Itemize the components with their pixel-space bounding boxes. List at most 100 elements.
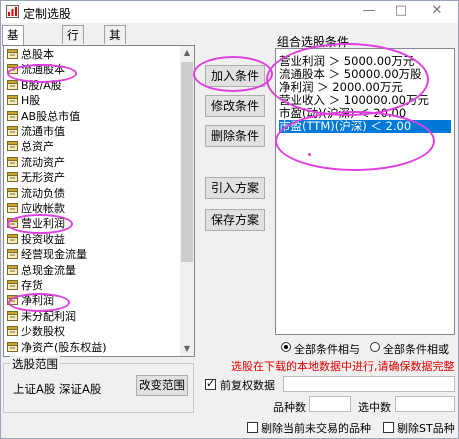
field-list-item[interactable]: 总现金流量 <box>7 263 76 279</box>
field-list-item[interactable]: 流动负债 <box>7 186 65 202</box>
progress-field <box>283 376 455 392</box>
adjusted-data-checkbox[interactable] <box>205 377 216 390</box>
field-list-item-label: 净利润 <box>21 294 54 308</box>
exclude-untraded-checkbox[interactable] <box>247 422 258 433</box>
count-label: 品种数 <box>273 401 306 414</box>
database-field-icon <box>7 280 18 290</box>
selected-count-field <box>395 396 455 412</box>
field-list-item[interactable]: 净利润 <box>7 293 54 309</box>
logic-or-label: 全部条件相或 <box>383 343 449 356</box>
field-list-item[interactable]: 应收帐款 <box>7 201 65 217</box>
exclude-st-label: 剔除ST品种 <box>397 422 455 435</box>
database-field-icon <box>7 310 18 321</box>
condition-item[interactable]: 市盈(TTM)(沪深) ＜ 2.00 <box>279 120 451 133</box>
scroll-thumb[interactable] <box>181 62 193 262</box>
adjusted-data-label: 前复权数据 <box>220 379 275 392</box>
field-list-item[interactable]: 未分配利润 <box>7 309 76 325</box>
field-list-item-label: 经营现金流量 <box>21 248 87 262</box>
database-field-icon <box>7 218 18 229</box>
field-list-item[interactable]: 流通市值 <box>7 124 65 140</box>
field-list-item-label: 总股本 <box>21 48 54 61</box>
field-list-item-label: 投资收益 <box>21 232 65 246</box>
logic-and-label: 全部条件相与 <box>294 343 360 356</box>
database-field-icon <box>7 79 18 90</box>
selected-count-label: 选中数 <box>358 401 391 414</box>
maximize-button[interactable]: □ <box>392 3 410 19</box>
field-list-item[interactable]: 流通股本 <box>7 62 65 78</box>
logic-or-radio[interactable] <box>370 342 380 352</box>
data-warning-text: 选股在下载的本地数据中进行,请确保数据完整 <box>231 360 455 373</box>
field-list-item-label: 净资产(股东权益) <box>21 340 107 354</box>
field-list-item-label: 未分配利润 <box>21 309 76 323</box>
database-field-icon <box>7 141 18 152</box>
field-list-item[interactable]: 无形资产 <box>7 170 65 186</box>
database-field-icon <box>7 172 18 183</box>
database-field-icon <box>7 156 18 167</box>
database-field-icon <box>7 126 18 136</box>
database-field-icon <box>7 110 18 121</box>
field-list-item-label: 流动负债 <box>21 186 65 200</box>
window-title: 定制选股 <box>23 7 72 21</box>
database-field-icon <box>7 64 18 75</box>
field-list-item-label: 总资产 <box>21 140 54 154</box>
database-field-icon <box>7 187 18 198</box>
database-field-icon <box>7 341 18 352</box>
database-field-icon <box>7 249 18 260</box>
scope-legend: 选股范围 <box>10 356 60 372</box>
field-list-item-label: 应收帐款 <box>21 202 65 215</box>
exclude-untraded-label: 剔除当前未交易的品种 <box>261 422 371 435</box>
custom-stock-selection-window: 定制选股 — □ ✕ 基本资料 行情 其它条件 总股本流通股本B股/A股 H股AB… <box>0 0 459 439</box>
delete-condition-button[interactable]: 删除条件 <box>205 125 265 147</box>
field-list-item[interactable]: 投资收益 <box>7 232 65 248</box>
field-list-scrollbar[interactable]: ▲ ▼ <box>180 46 194 356</box>
field-list-item-label: 无形资产 <box>21 171 65 185</box>
exclude-st-checkbox[interactable] <box>383 422 394 433</box>
field-list-item[interactable]: 少数股权 <box>7 324 65 340</box>
field-list-item-label: 流动资产 <box>21 155 65 169</box>
field-list-item-label: 流通股本 <box>21 63 65 77</box>
database-field-icon <box>7 264 18 275</box>
database-field-icon <box>7 203 18 213</box>
field-list-item-label: 存货 <box>21 279 43 292</box>
app-icon <box>6 5 19 18</box>
field-list[interactable]: 总股本流通股本 B股/A股 H股 AB股总市值 流通市值总资产 流动资产无形资产 流动负债应… <box>3 45 195 357</box>
database-field-icon <box>7 295 18 306</box>
annotation-dot <box>308 153 311 156</box>
tab-other-conditions[interactable]: 其它条件 <box>104 25 126 99</box>
field-list-item-label: 总现金流量 <box>21 263 76 277</box>
field-list-item[interactable]: B股/A股 <box>7 78 62 94</box>
minimize-button[interactable]: — <box>360 3 378 19</box>
conditions-list[interactable]: 营业利润 ＞ 5000.00万元 流通股本 ＞ 50000.00万股 净利润 ＞ 2… <box>275 48 455 335</box>
add-condition-button[interactable]: 加入条件 <box>205 65 265 87</box>
tab-basic-info[interactable]: 基本资料 <box>2 25 24 99</box>
title-bar: 定制选股 — □ ✕ <box>1 1 458 23</box>
count-value-field <box>309 396 351 412</box>
field-list-item[interactable]: 存货 <box>7 278 43 294</box>
field-list-item-label: 营业利润 <box>21 217 65 231</box>
field-list-item[interactable]: AB股总市值 <box>7 109 80 125</box>
selection-scope-group: 选股范围 上证A股 深证A股 改变范围 <box>3 356 194 413</box>
field-list-item[interactable]: 流动资产 <box>7 155 65 171</box>
field-list-item[interactable]: 净资产(股东权益) <box>7 340 107 356</box>
field-list-item[interactable]: 经营现金流量 <box>7 247 87 263</box>
save-scheme-button[interactable]: 保存方案 <box>205 209 265 231</box>
import-scheme-button[interactable]: 引入方案 <box>205 177 265 199</box>
field-list-item-label: 少数股权 <box>21 325 65 339</box>
close-button[interactable]: ✕ <box>428 3 446 19</box>
scroll-up-arrow-icon[interactable]: ▲ <box>180 46 194 60</box>
change-scope-button[interactable]: 改变范围 <box>136 375 188 396</box>
field-list-item-label: H股 <box>21 94 41 108</box>
scope-value: 上证A股 深证A股 <box>13 382 102 396</box>
scroll-down-arrow-icon[interactable]: ▼ <box>180 342 194 356</box>
database-field-icon <box>7 95 18 106</box>
field-list-item[interactable]: 总资产 <box>7 139 54 155</box>
field-list-item[interactable]: 营业利润 <box>7 216 65 232</box>
field-list-item[interactable]: 总股本 <box>7 47 54 63</box>
database-field-icon <box>7 326 18 337</box>
field-list-item[interactable]: H股 <box>7 93 40 109</box>
logic-and-radio[interactable] <box>281 342 291 352</box>
tab-market[interactable]: 行情 <box>62 25 84 61</box>
field-list-item-label: 流通市值 <box>21 125 65 138</box>
field-list-item-label: B股/A股 <box>21 78 62 92</box>
modify-condition-button[interactable]: 修改条件 <box>205 95 265 117</box>
